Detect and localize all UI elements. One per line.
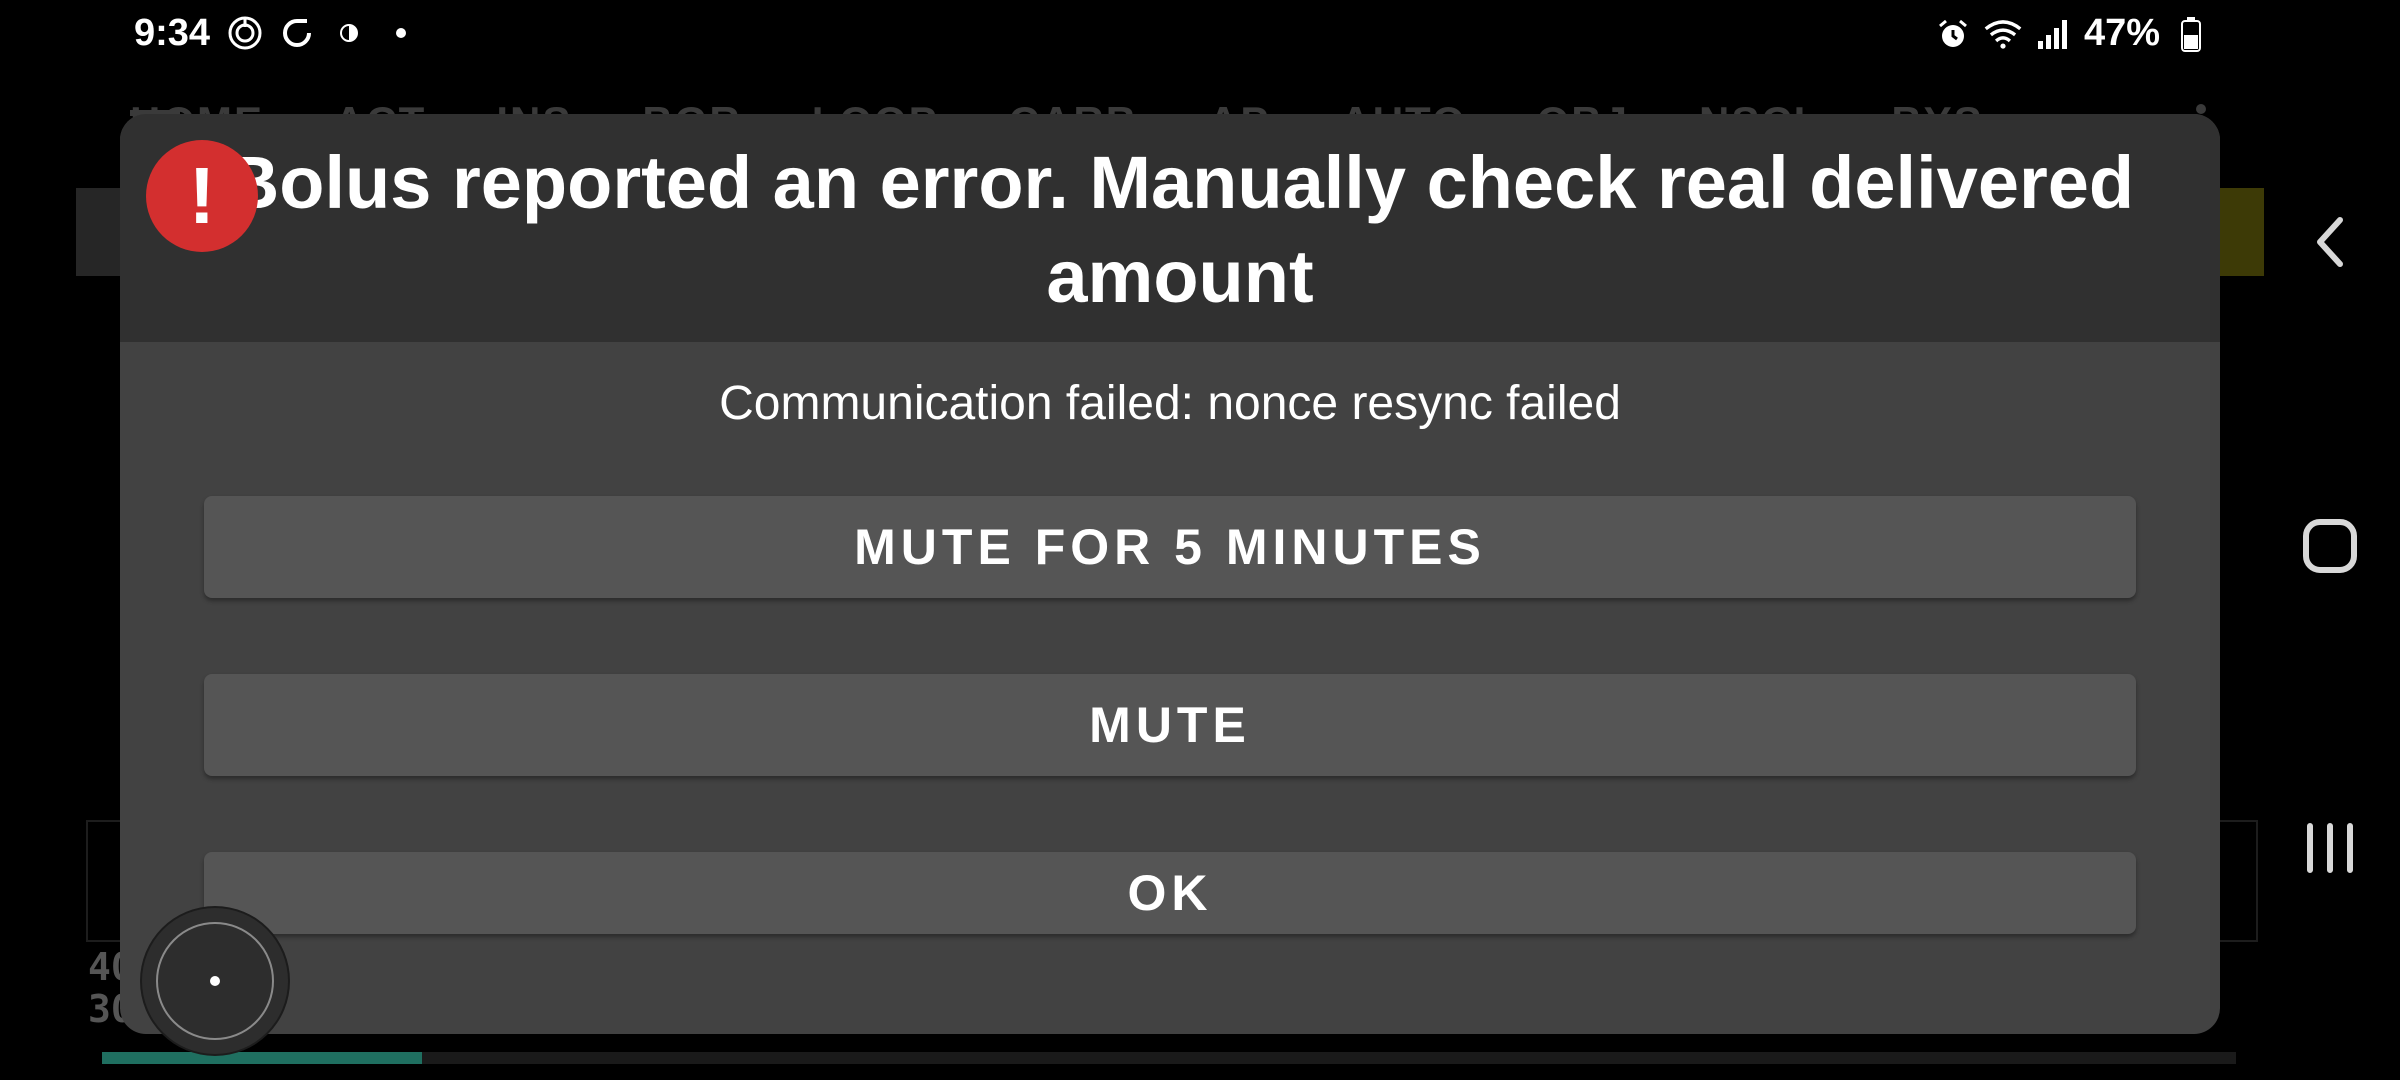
dialog-title: Bolus reported an error. Manually check … (225, 141, 2135, 318)
dialog-message: Communication failed: nonce resync faile… (719, 377, 1621, 430)
status-right-icons: 47% (1934, 12, 2210, 55)
background-progress-fill (102, 1052, 423, 1064)
alarm-icon (1934, 15, 1972, 53)
recents-icon (2307, 823, 2353, 873)
mute-5-minutes-button[interactable]: MUTE FOR 5 MINUTES (204, 496, 2136, 598)
status-left-icons (226, 14, 420, 52)
background-progress (102, 1052, 2236, 1064)
back-button[interactable] (2260, 182, 2400, 302)
battery-percent: 47% (2083, 12, 2160, 54)
dot-icon (382, 14, 420, 52)
overflow-menu-icon (2196, 104, 2206, 114)
home-button[interactable] (2260, 486, 2400, 606)
signal-icon (2034, 15, 2072, 53)
back-icon (2317, 217, 2343, 267)
battery-icon (2172, 15, 2210, 53)
recents-button[interactable] (2260, 788, 2400, 908)
navigation-bar (2260, 0, 2400, 1080)
ok-button[interactable]: OK (204, 852, 2136, 934)
error-dialog: Bolus reported an error. Manually check … (120, 114, 2220, 1034)
dialog-header: Bolus reported an error. Manually check … (120, 114, 2220, 342)
status-bar: 9:34 47% (0, 0, 2400, 70)
sync-badge-icon (226, 14, 264, 52)
contrast-icon (330, 14, 368, 52)
wifi-icon (1984, 15, 2022, 53)
mute-button[interactable]: MUTE (204, 674, 2136, 776)
status-time: 9:34 (134, 12, 211, 54)
floating-assistant-button[interactable] (142, 908, 288, 1054)
circle-app-icon (278, 14, 316, 52)
assistant-dot-icon (210, 976, 220, 986)
error-exclamation-icon: ! (146, 140, 258, 252)
home-icon (2303, 519, 2357, 573)
